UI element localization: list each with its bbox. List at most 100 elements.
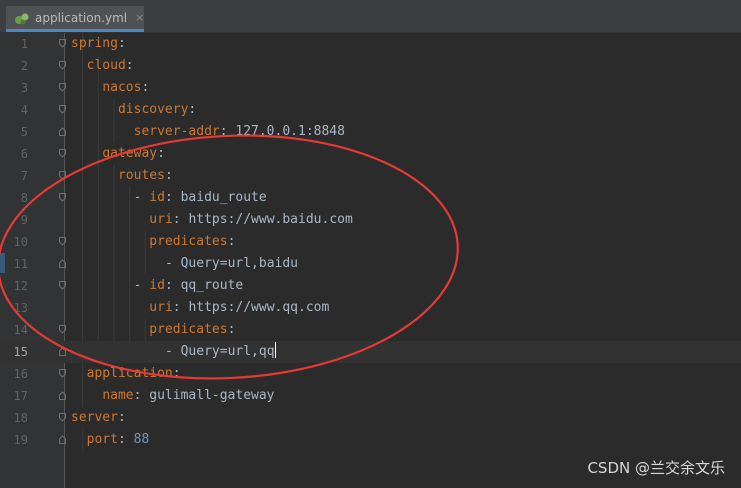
code-editor[interactable]: 1 spring: 2 cloud: 3 nacos: 4 discovery: 5 server…	[0, 33, 741, 488]
yaml-separator: :	[157, 146, 165, 161]
code-line[interactable]: 1 spring:	[0, 33, 741, 55]
editor-tab-bar: application.yml ×	[0, 0, 741, 33]
yaml-value: 88	[133, 432, 150, 447]
yaml-key: nacos	[102, 80, 142, 95]
line-number: 17	[13, 389, 28, 403]
list-dash: -	[133, 278, 150, 293]
fold-marker-icon[interactable]	[59, 237, 66, 246]
fold-marker-icon[interactable]	[59, 391, 66, 400]
yaml-value: baidu_route	[180, 190, 267, 205]
yaml-separator: :	[117, 410, 126, 425]
line-number: 8	[20, 191, 28, 205]
code-line[interactable]: 6 gateway:	[0, 143, 741, 165]
yaml-key: id	[149, 190, 165, 205]
code-line[interactable]: 11 - Query=url,baidu	[0, 253, 741, 275]
yaml-separator: :	[125, 58, 134, 73]
code-line[interactable]: 16 application:	[0, 363, 741, 385]
line-number: 4	[20, 103, 28, 117]
fold-marker-icon[interactable]	[59, 347, 66, 356]
line-number: 9	[20, 213, 28, 227]
yaml-separator: :	[117, 432, 134, 447]
fold-marker-icon[interactable]	[59, 413, 66, 422]
yaml-key: gateway	[102, 146, 158, 161]
code-line[interactable]: 14 predicates:	[0, 319, 741, 341]
yaml-separator: :	[133, 388, 150, 403]
list-dash: -	[133, 190, 150, 205]
yaml-key: spring	[71, 36, 118, 51]
code-line[interactable]: 2 cloud:	[0, 55, 741, 77]
yaml-separator: :	[188, 102, 197, 117]
code-line[interactable]: 4 discovery:	[0, 99, 741, 121]
fold-marker-icon[interactable]	[59, 193, 66, 202]
yaml-key: predicates	[149, 322, 228, 337]
code-line[interactable]: 19 port: 88	[0, 429, 741, 451]
yaml-separator: :	[227, 322, 236, 337]
close-tab-icon[interactable]: ×	[135, 11, 144, 24]
yaml-separator: :	[172, 366, 181, 381]
fold-marker-icon[interactable]	[59, 281, 66, 290]
line-number: 18	[13, 411, 28, 425]
yaml-separator: :	[164, 278, 181, 293]
yaml-separator: :	[172, 212, 189, 227]
yaml-value: https://www.qq.com	[188, 300, 330, 315]
code-line[interactable]: 8 - id: baidu_route	[0, 187, 741, 209]
yaml-value: qq_route	[180, 278, 244, 293]
code-line[interactable]: 18 server:	[0, 407, 741, 429]
yaml-separator: :	[172, 300, 189, 315]
fold-marker-icon[interactable]	[59, 83, 66, 92]
fold-marker-icon[interactable]	[59, 39, 66, 48]
list-dash: -	[164, 344, 181, 359]
line-number: 14	[13, 323, 28, 337]
yaml-key: server	[71, 410, 118, 425]
yaml-key: server-addr	[133, 124, 220, 139]
fold-marker-icon[interactable]	[59, 435, 66, 444]
tab-filename: application.yml	[35, 10, 128, 25]
yaml-key: name	[102, 388, 134, 403]
yaml-separator: :	[164, 168, 173, 183]
code-line[interactable]: 15 - Query=url,qq	[0, 341, 741, 363]
tab-application-yml[interactable]: application.yml ×	[6, 6, 144, 32]
code-line[interactable]: 10 predicates:	[0, 231, 741, 253]
code-line[interactable]: 12 - id: qq_route	[0, 275, 741, 297]
yaml-key: application	[86, 366, 173, 381]
yaml-value: https://www.baidu.com	[188, 212, 353, 227]
code-line[interactable]: 3 nacos:	[0, 77, 741, 99]
line-number: 6	[20, 147, 28, 161]
code-line[interactable]: 5 server-addr: 127.0.0.1:8848	[0, 121, 741, 143]
code-line[interactable]: 17 name: gulimall-gateway	[0, 385, 741, 407]
fold-marker-icon[interactable]	[59, 325, 66, 334]
line-number: 19	[13, 433, 28, 447]
yaml-value: Query=url,baidu	[180, 256, 299, 271]
yaml-separator: :	[219, 124, 236, 139]
yaml-key: uri	[149, 212, 173, 227]
fold-marker-icon[interactable]	[59, 171, 66, 180]
yaml-separator: :	[141, 80, 150, 95]
fold-marker-icon[interactable]	[59, 259, 66, 268]
line-number: 2	[20, 59, 28, 73]
line-number: 3	[20, 81, 28, 95]
fold-marker-icon[interactable]	[59, 105, 66, 114]
code-line[interactable]: 7 routes:	[0, 165, 741, 187]
line-number: 12	[13, 279, 28, 293]
line-number: 16	[13, 367, 28, 381]
fold-marker-icon[interactable]	[59, 127, 66, 136]
text-cursor	[274, 342, 276, 358]
yaml-key: uri	[149, 300, 173, 315]
fold-marker-icon[interactable]	[59, 149, 66, 158]
line-number: 5	[20, 125, 28, 139]
fold-marker-icon[interactable]	[59, 61, 66, 70]
yaml-value: 127.0.0.1:8848	[235, 124, 345, 139]
line-number: 15	[13, 345, 28, 359]
code-line[interactable]: 13 uri: https://www.qq.com	[0, 297, 741, 319]
code-line[interactable]: 9 uri: https://www.baidu.com	[0, 209, 741, 231]
csdn-watermark: CSDN @兰交余文乐	[587, 459, 725, 477]
fold-marker-icon[interactable]	[59, 369, 66, 378]
yaml-key: id	[149, 278, 165, 293]
list-dash: -	[164, 256, 181, 271]
yaml-key: predicates	[149, 234, 228, 249]
yaml-value: gulimall-gateway	[149, 388, 275, 403]
yaml-key: cloud	[86, 58, 126, 73]
line-number: 13	[13, 301, 28, 315]
yaml-separator: :	[227, 234, 236, 249]
yaml-file-icon	[14, 10, 30, 26]
